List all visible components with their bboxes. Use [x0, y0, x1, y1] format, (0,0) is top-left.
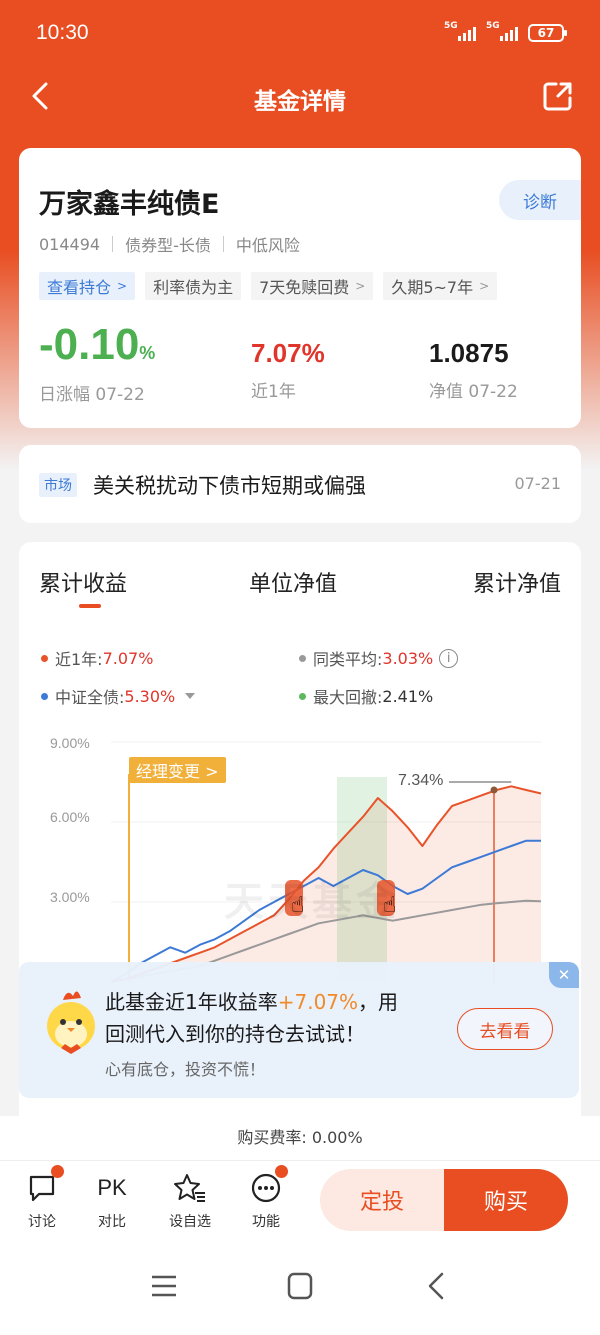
daily-change-label: 日涨幅 07-22: [39, 385, 145, 405]
promo-subtext: 心有底仓，投资不慌！: [105, 1060, 266, 1079]
news-date: 07-21: [514, 474, 562, 493]
tag-redeem-fee[interactable]: 7天免赎回费 >: [251, 272, 374, 300]
buy-button[interactable]: 购买: [444, 1169, 568, 1231]
chevron-right-icon: >: [479, 279, 490, 293]
notification-dot: [275, 1165, 288, 1178]
news-text: 美关税扰动下债市短期或偏强: [93, 474, 366, 498]
fund-type: 债券型-长债: [125, 236, 211, 255]
year-return-stat: 7.07% 近1年: [251, 338, 325, 402]
fund-code: 014494: [39, 234, 101, 254]
nav-stat: 1.0875 净值 07-22: [429, 338, 518, 402]
chat-icon: [29, 1175, 55, 1202]
cursor-point: [490, 786, 498, 794]
nav-bar: 基金详情: [0, 66, 600, 126]
discuss-button[interactable]: 讨论: [12, 1165, 72, 1231]
peak-label: 7.34%: [398, 772, 444, 789]
system-nav-bar: [0, 1240, 600, 1335]
manager-change-tag[interactable]: 经理变更 >: [129, 757, 226, 783]
fund-summary-card: 万家鑫丰纯债E 诊断 014494 债券型-长债 中低风险 查看持仓 > 利率债为…: [19, 148, 581, 428]
tag-view-holdings[interactable]: 查看持仓 >: [39, 272, 136, 300]
promo-banner: ✕ 此基金近1年收益率+7.07%，用 回测代入到你的持仓去试试！ 心有底仓，投…: [19, 962, 579, 1098]
fund-tags: 查看持仓 > 利率债为主 7天免赎回费 > 久期5~7年 >: [39, 272, 498, 300]
star-icon: [174, 1174, 205, 1202]
daily-change-stat: -0.10% 日涨幅 07-22: [39, 320, 156, 405]
purchase-fee: 购买费率: 0.00%: [0, 1116, 600, 1160]
mascot-icon: [47, 991, 95, 1054]
back-nav-icon[interactable]: [416, 1270, 456, 1302]
auto-invest-button[interactable]: 定投: [320, 1169, 444, 1231]
status-indicators: 5G 5G 67: [444, 21, 567, 42]
promo-line-2: 回测代入到你的持仓去试试！: [105, 1022, 365, 1046]
status-time: 10:30: [36, 21, 89, 44]
daily-change-value: -0.10: [39, 320, 140, 369]
fund-meta: 014494 债券型-长债 中低风险: [39, 232, 300, 256]
news-tag: 市场: [39, 473, 77, 497]
year-return-label: 近1年: [251, 382, 296, 402]
nav-label: 净值 07-22: [429, 382, 518, 402]
signal-icon: 5G: [444, 21, 476, 41]
menu-icon[interactable]: [144, 1270, 184, 1302]
fund-risk: 中低风险: [235, 236, 300, 255]
news-card[interactable]: 市场 美关税扰动下债市短期或偏强 07-21: [19, 445, 581, 523]
close-icon[interactable]: ✕: [549, 962, 579, 988]
add-watchlist-button[interactable]: 设自选: [160, 1171, 220, 1231]
bottom-action-bar: 讨论 PK 对比 设自选 功能 定投 购买: [0, 1160, 600, 1240]
signal-icon-2: 5G: [486, 21, 518, 41]
fund-name: 万家鑫丰纯债E: [39, 189, 220, 220]
tag-duration[interactable]: 久期5~7年 >: [383, 272, 498, 300]
chevron-right-icon: >: [355, 279, 366, 293]
status-bar: 10:30 5G 5G 67: [0, 0, 600, 66]
watermark: 天天基金: [224, 878, 400, 925]
home-icon[interactable]: [280, 1270, 320, 1302]
share-icon[interactable]: [542, 80, 574, 112]
battery-icon: 67: [528, 24, 567, 42]
promo-go-button[interactable]: 去看看: [457, 1008, 553, 1050]
compare-button[interactable]: PK 对比: [82, 1171, 142, 1231]
tag-rate-bond: 利率债为主: [145, 272, 242, 300]
page-title: 基金详情: [254, 89, 346, 115]
promo-line-1: 此基金近1年收益率+7.07%，用: [105, 990, 399, 1014]
year-return-value: 7.07%: [251, 338, 325, 368]
notification-dot: [51, 1165, 64, 1178]
nav-value: 1.0875: [429, 338, 509, 368]
chevron-right-icon: >: [117, 279, 128, 293]
diagnose-button[interactable]: 诊断: [499, 180, 581, 220]
functions-button[interactable]: 功能: [236, 1165, 296, 1231]
pk-icon: PK: [97, 1175, 127, 1200]
